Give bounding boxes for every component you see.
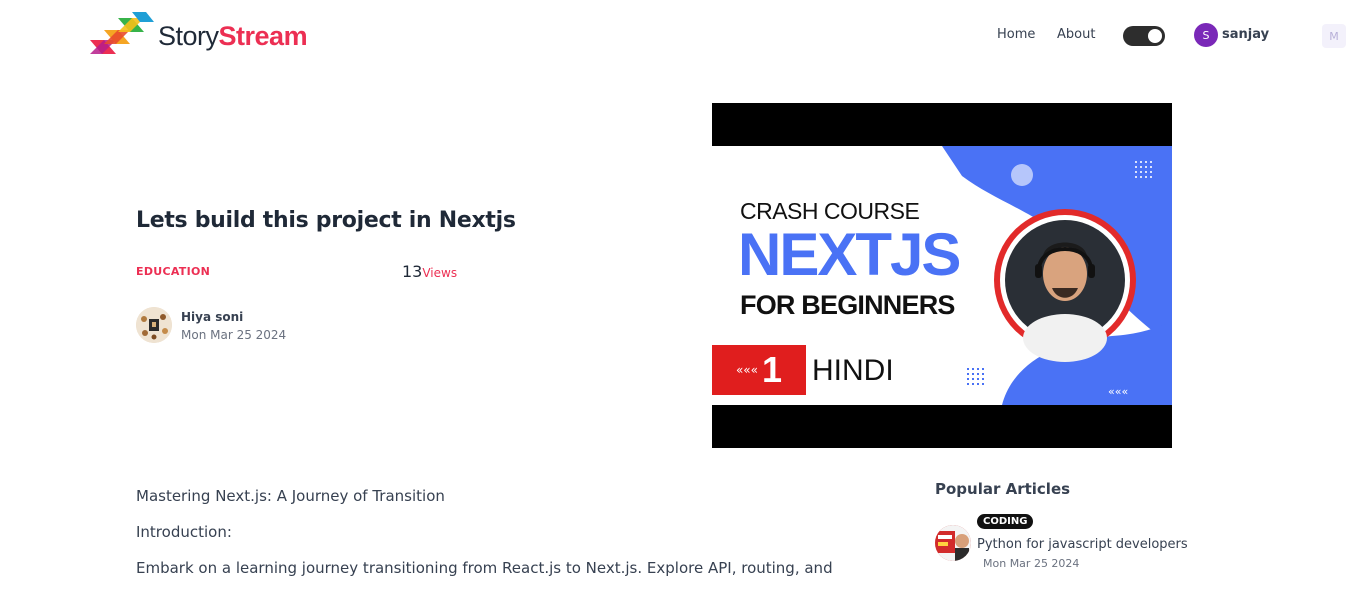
view-count-label: Views <box>422 266 458 280</box>
popular-article-thumbnail[interactable] <box>935 525 971 561</box>
cover-language: HINDI <box>812 354 894 387</box>
theme-toggle[interactable] <box>1123 26 1165 46</box>
nav-home-link[interactable]: Home <box>997 27 1035 42</box>
popular-articles-heading: Popular Articles <box>935 480 1071 498</box>
brand-name: StoryStream <box>158 20 308 52</box>
extension-icon[interactable]: M <box>1322 24 1346 48</box>
cover-arrows: ««« <box>735 363 758 377</box>
svg-text:«««: ««« <box>1108 385 1128 398</box>
author-name[interactable]: Hiya soni <box>181 310 243 324</box>
logo-chevrons-icon <box>90 12 154 54</box>
cover-thumbnail: ««« CRASH COURSE NEXTJS FOR BEGINNERS ««… <box>712 146 1172 405</box>
popular-article-title[interactable]: Python for javascript developers <box>977 537 1188 552</box>
author-avatar-image <box>136 307 172 343</box>
popular-article-date: Mon Mar 25 2024 <box>983 557 1080 570</box>
article-cover-image: ««« CRASH COURSE NEXTJS FOR BEGINNERS ««… <box>712 103 1172 448</box>
cover-episode-number: 1 <box>762 349 783 390</box>
body-paragraph: Introduction: <box>136 523 232 541</box>
nav-about-link[interactable]: About <box>1057 27 1095 42</box>
article-title: Lets build this project in Nextjs <box>136 208 516 233</box>
popular-thumbnail-image <box>935 525 971 561</box>
author-avatar <box>136 307 172 343</box>
toggle-knob <box>1148 29 1162 43</box>
cover-line-beginners: FOR BEGINNERS <box>740 290 955 320</box>
body-paragraph: Mastering Next.js: A Journey of Transiti… <box>136 487 445 505</box>
logo[interactable]: StoryStream <box>88 10 338 62</box>
cover-episode-badge: ««« 1 <box>712 345 806 395</box>
popular-article-category-badge[interactable]: CODING <box>977 514 1034 529</box>
publish-date: Mon Mar 25 2024 <box>181 328 287 342</box>
view-count: 13Views <box>402 262 457 281</box>
user-avatar[interactable]: S <box>1194 23 1218 47</box>
cover-line-nextjs: NEXTJS <box>738 221 961 288</box>
body-paragraph: Embark on a learning journey transitioni… <box>136 559 833 577</box>
article-category[interactable]: EDUCATION <box>136 265 210 278</box>
user-name[interactable]: sanjay <box>1222 27 1269 42</box>
brand-part2: Stream <box>218 20 308 51</box>
view-count-number: 13 <box>402 262 423 281</box>
brand-part1: Story <box>158 20 219 51</box>
